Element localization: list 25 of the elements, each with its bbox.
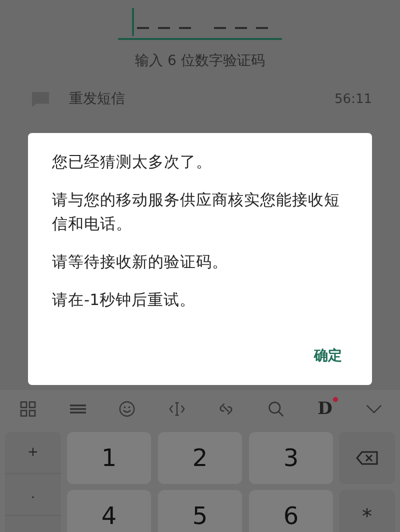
cursor-move-icon[interactable] bbox=[168, 401, 185, 417]
symbol-key[interactable]: . bbox=[5, 474, 61, 516]
dialog-message: 您已经猜测太多次了。 bbox=[52, 152, 213, 173]
app-logo-button[interactable]: D bbox=[318, 400, 332, 418]
symbol-key[interactable]: + bbox=[5, 432, 61, 474]
digit-key[interactable]: 4 bbox=[67, 490, 151, 532]
search-icon[interactable] bbox=[268, 401, 284, 417]
digit-key[interactable]: 2 bbox=[158, 432, 242, 484]
digit-key[interactable]: 6 bbox=[249, 490, 333, 532]
resend-sms-link[interactable]: 重发短信 bbox=[69, 90, 125, 108]
digit-key[interactable]: 1 bbox=[67, 432, 151, 484]
grid-icon[interactable] bbox=[20, 401, 36, 417]
code-hint: 输入 6 位数字验证码 bbox=[135, 52, 265, 70]
symbol-key[interactable]: * bbox=[339, 490, 395, 532]
code-input-field[interactable] bbox=[118, 6, 282, 40]
dialog-message: 请等待接收新的验证码。 bbox=[52, 252, 229, 273]
countdown-timer: 56:11 bbox=[334, 92, 372, 106]
emoji-icon[interactable] bbox=[119, 401, 136, 417]
backspace-icon bbox=[356, 451, 378, 465]
confirm-button[interactable]: 确定 bbox=[314, 347, 342, 365]
dialog-message: 请与您的移动服务供应商核实您能接收短信和电话。 bbox=[52, 190, 341, 235]
dialog-message: 请在-1秒钟后重试。 bbox=[52, 290, 196, 311]
backspace-key[interactable] bbox=[339, 432, 395, 484]
digit-key[interactable]: 5 bbox=[158, 490, 242, 532]
digit-key[interactable]: 3 bbox=[249, 432, 333, 484]
